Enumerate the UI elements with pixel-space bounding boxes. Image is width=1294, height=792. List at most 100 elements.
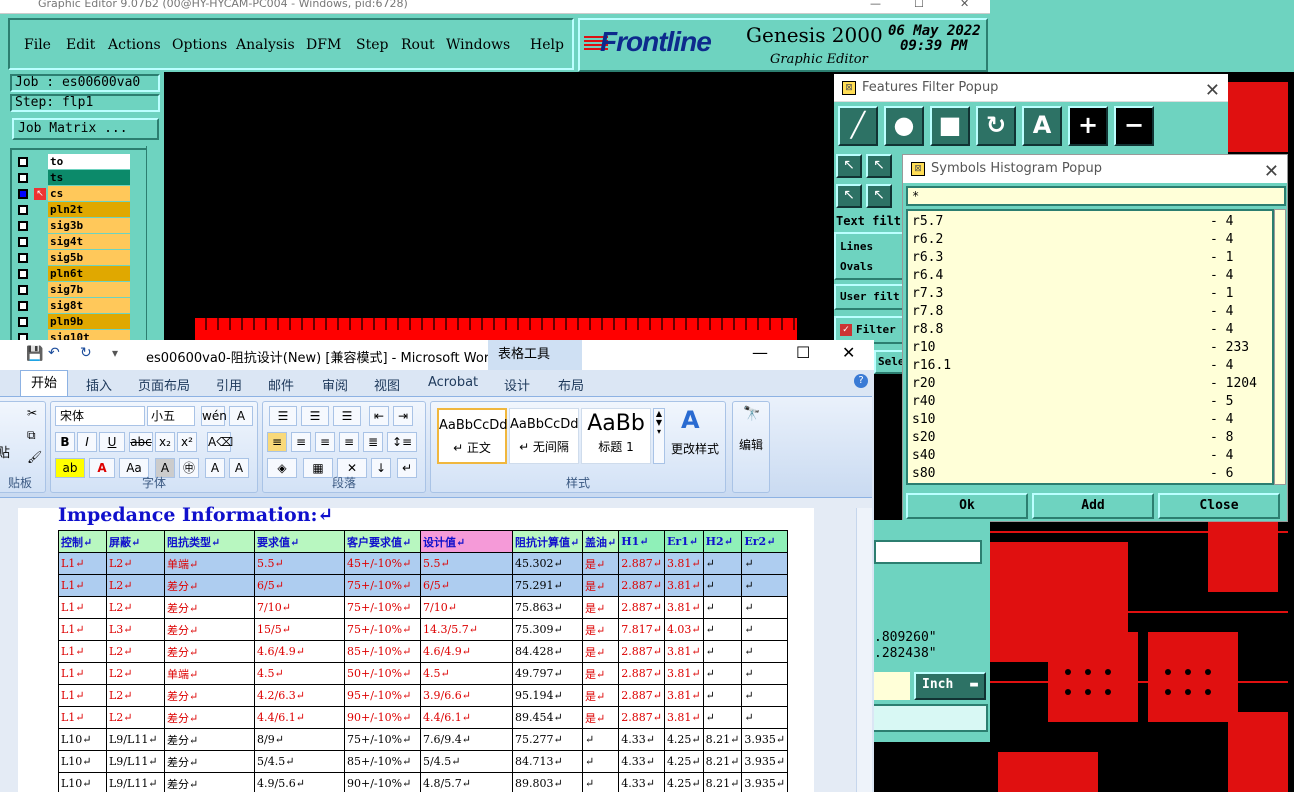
layer-row[interactable]: sig8t <box>12 298 144 314</box>
change-styles-button[interactable]: 更改样式 <box>671 440 719 457</box>
menu-edit[interactable]: Edit <box>66 37 95 53</box>
layer-checkbox[interactable] <box>18 253 28 263</box>
list-item[interactable]: r7.3 - 1 <box>912 285 1272 303</box>
bold-icon[interactable]: B <box>55 432 75 452</box>
table-cell[interactable]: 4.25↵ <box>663 728 704 751</box>
document-scrollbar[interactable] <box>856 508 872 792</box>
table-cell[interactable]: 3.935↵ <box>741 772 789 792</box>
table-cell[interactable]: L2↵ <box>106 684 165 707</box>
layer-row[interactable]: ts <box>12 170 144 186</box>
align-center-icon[interactable]: ≡ <box>291 432 311 452</box>
table-cell[interactable]: 是↵ <box>581 618 620 641</box>
table-cell[interactable]: 7.817↵ <box>618 618 665 641</box>
table-cell[interactable]: 75.291↵ <box>512 574 583 597</box>
table-cell[interactable]: 2.887↵ <box>618 684 665 707</box>
tab-design[interactable]: 设计 <box>504 375 530 394</box>
table-cell[interactable]: L2↵ <box>106 596 165 619</box>
impedance-table[interactable]: 控制↵ 屏蔽↵ 阻抗类型↵ 要求值↵ 客户要求值↵ 设计值↵ 阻抗计算值↵ 盖油… <box>58 530 789 792</box>
table-row[interactable]: L1↵ L2↵ 差分↵ 4.4/6.1↵ 90+/-10%↵ 4.4/6.1↵ 89.454… <box>58 706 789 729</box>
table-cell[interactable]: 85+/-10%↵ <box>344 640 421 663</box>
table-cell[interactable]: 3.81↵ <box>663 706 704 729</box>
maximize-icon[interactable]: ☐ <box>914 0 924 9</box>
list-item[interactable]: r40 - 5 <box>912 393 1272 411</box>
cut-icon[interactable]: ✂ <box>27 406 37 420</box>
line-spacing-icon[interactable]: ↕≡ <box>387 432 417 452</box>
font-name-select[interactable]: 宋体 <box>55 406 145 426</box>
table-row[interactable]: L10↵ L9/L11↵ 差分↵ 8/9↵ 75+/-10%↵ 7.6/9.4↵ 75.27… <box>58 728 789 751</box>
table-cell[interactable]: 3.81↵ <box>663 574 704 597</box>
table-cell[interactable]: 45.302↵ <box>512 552 583 575</box>
table-cell[interactable]: 3.81↵ <box>663 684 704 707</box>
text-tool-icon[interactable]: A <box>1022 106 1062 146</box>
close-icon[interactable]: ✕ <box>842 343 855 362</box>
decrease-indent-icon[interactable]: ⇤ <box>369 406 389 426</box>
table-cell[interactable]: L10↵ <box>58 750 107 773</box>
table-cell[interactable]: L1↵ <box>58 618 107 641</box>
layer-list-scrollbar[interactable] <box>146 146 160 352</box>
table-cell[interactable]: ↵ <box>741 706 789 729</box>
menu-step[interactable]: Step <box>356 37 388 53</box>
list-item[interactable]: r16.1 - 4 <box>912 357 1272 375</box>
table-cell[interactable]: 75+/-10%↵ <box>344 596 421 619</box>
table-cell[interactable]: 75.309↵ <box>512 618 583 641</box>
table-cell[interactable]: 4.25↵ <box>663 772 704 792</box>
menu-dfm[interactable]: DFM <box>306 37 341 53</box>
table-cell[interactable]: 84.713↵ <box>512 750 583 773</box>
table-cell[interactable]: 3.81↵ <box>663 552 704 575</box>
clear-format-icon[interactable]: A⌫ <box>207 432 233 452</box>
genesis-command-field[interactable] <box>872 704 988 732</box>
table-cell[interactable]: 85+/-10%↵ <box>344 750 421 773</box>
table-cell[interactable]: L1↵ <box>58 662 107 685</box>
layer-row[interactable]: pln2t <box>12 202 144 218</box>
table-cell[interactable]: 是↵ <box>581 552 620 575</box>
justify-icon[interactable]: ≡ <box>339 432 359 452</box>
table-cell[interactable]: L2↵ <box>106 552 165 575</box>
table-cell[interactable]: 差分↵ <box>164 640 255 663</box>
table-cell[interactable]: 49.797↵ <box>512 662 583 685</box>
layer-checkbox[interactable] <box>18 157 28 167</box>
save-icon[interactable]: 💾 <box>26 346 43 362</box>
table-cell[interactable]: 4.25↵ <box>663 750 704 773</box>
layer-row[interactable]: sig7b <box>12 282 144 298</box>
table-cell[interactable]: 3.81↵ <box>663 596 704 619</box>
table-cell[interactable]: 差分↵ <box>164 618 255 641</box>
table-cell[interactable]: L10↵ <box>58 772 107 792</box>
layer-row[interactable]: pln9b <box>12 314 144 330</box>
table-cell[interactable]: ↵ <box>702 640 743 663</box>
table-cell[interactable]: 2.887↵ <box>618 662 665 685</box>
table-cell[interactable]: 15/5↵ <box>254 618 345 641</box>
table-cell[interactable]: 95+/-10%↵ <box>344 684 421 707</box>
table-cell[interactable]: 75+/-10%↵ <box>344 574 421 597</box>
table-cell[interactable]: 7/10↵ <box>420 596 513 619</box>
table-cell[interactable]: ↵ <box>702 574 743 597</box>
table-cell[interactable]: L1↵ <box>58 640 107 663</box>
table-cell[interactable]: 4.6/4.9↵ <box>420 640 513 663</box>
table-cell[interactable]: 4.2/6.3↵ <box>254 684 345 707</box>
table-cell[interactable]: ↵ <box>702 552 743 575</box>
subscript-icon[interactable]: x₂ <box>155 432 175 452</box>
close-icon[interactable]: ✕ <box>1205 77 1220 105</box>
table-cell[interactable]: 4.8/5.7↵ <box>420 772 513 792</box>
symbol-filter-input[interactable]: * <box>906 186 1286 206</box>
table-cell[interactable]: 差分↵ <box>164 574 255 597</box>
table-cell[interactable]: 5.5↵ <box>254 552 345 575</box>
tab-references[interactable]: 引用 <box>216 375 242 394</box>
tab-view[interactable]: 视图 <box>374 375 400 394</box>
strikethrough-icon[interactable]: abc <box>129 432 153 452</box>
table-cell[interactable]: ↵ <box>741 596 789 619</box>
table-cell[interactable]: 差分↵ <box>164 772 255 792</box>
layer-row[interactable]: ↖ cs <box>12 186 144 202</box>
table-cell[interactable]: 2.887↵ <box>618 552 665 575</box>
table-cell[interactable]: 4.5↵ <box>420 662 513 685</box>
table-cell[interactable]: ↵ <box>702 596 743 619</box>
table-cell[interactable]: ↵ <box>741 662 789 685</box>
table-cell[interactable]: 3.935↵ <box>741 750 789 773</box>
table-cell[interactable]: 90+/-10%↵ <box>344 772 421 792</box>
table-cell[interactable]: 3.81↵ <box>663 640 704 663</box>
table-cell[interactable]: 是↵ <box>581 684 620 707</box>
table-cell[interactable]: L2↵ <box>106 640 165 663</box>
symbol-list[interactable]: r5.7- 4 r6.2- 4 r6.3- 1 r6.4- 4 r7.3- 1 … <box>906 209 1274 485</box>
align-right-icon[interactable]: ≡ <box>315 432 335 452</box>
table-cell[interactable]: 8/9↵ <box>254 728 345 751</box>
table-cell[interactable]: 14.3/5.7↵ <box>420 618 513 641</box>
